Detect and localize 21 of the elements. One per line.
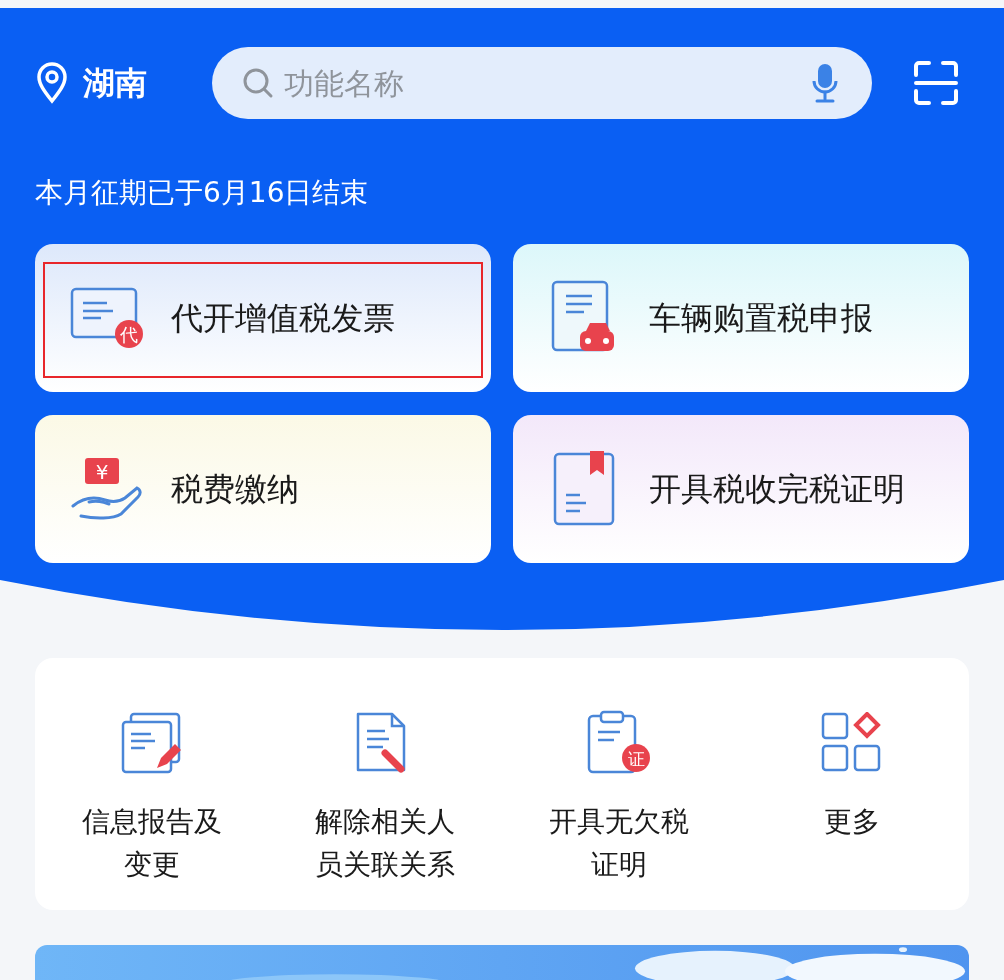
- service-card[interactable]: 代 代开增值税发票: [35, 244, 491, 392]
- document-pencil-icon: [120, 712, 183, 774]
- service-link[interactable]: 更多: [777, 800, 928, 843]
- scan-icon[interactable]: [913, 60, 959, 106]
- service-card[interactable]: 车辆购置税申报: [513, 244, 969, 392]
- card-title: 代开增值税发票: [171, 298, 395, 339]
- search-icon: [242, 67, 274, 99]
- microphone-icon[interactable]: [812, 63, 838, 103]
- card-title: 车辆购置税申报: [649, 298, 873, 339]
- service-card[interactable]: 开具税收完税证明: [513, 415, 969, 563]
- card-title: 开具税收完税证明: [649, 469, 905, 510]
- search-field[interactable]: 功能名称: [284, 60, 802, 106]
- location-pin-icon: [35, 62, 69, 104]
- service-link[interactable]: 开具无欠税证明: [543, 800, 694, 886]
- service-link[interactable]: 信息报告及变更: [76, 800, 227, 886]
- service-link[interactable]: 解除相关人员关联关系: [310, 800, 461, 886]
- service-card[interactable]: ¥ 税费缴纳: [35, 415, 491, 563]
- search-bar[interactable]: 功能名称: [212, 47, 872, 119]
- location-label: 湖南: [83, 63, 147, 104]
- period-notice: 本月征期已于6月16日结束: [35, 175, 370, 211]
- card-title: 税费缴纳: [171, 469, 299, 510]
